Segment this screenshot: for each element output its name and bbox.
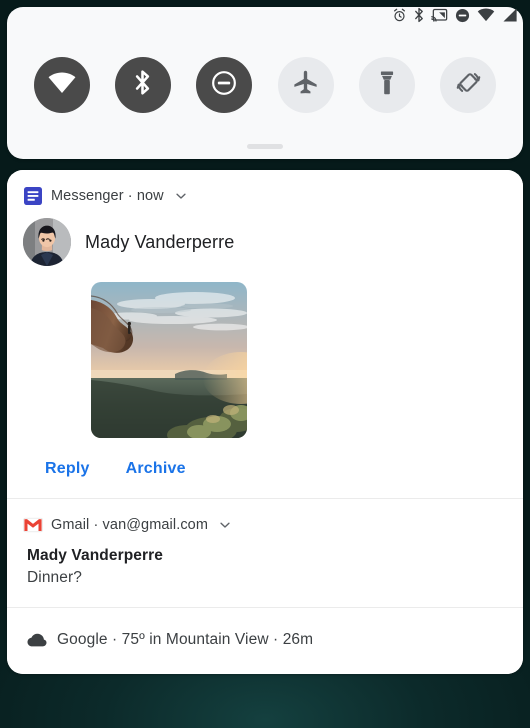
android-notification-shade: Messenger · now Mady Vanderperre Reply A… [0, 0, 530, 728]
notification-header: Google · 75º in Mountain View · 26m [7, 608, 523, 674]
notification-body: Mady Vanderperre Reply Archive [7, 206, 523, 498]
chevron-down-icon[interactable] [174, 189, 188, 203]
wifi-tile[interactable] [33, 57, 90, 113]
archive-button[interactable]: Archive [126, 460, 186, 478]
bluetooth-icon [134, 69, 151, 101]
status-bar [0, 0, 530, 30]
flashlight-tile[interactable] [358, 57, 415, 113]
notification-stack: Messenger · now Mady Vanderperre Reply A… [7, 170, 523, 674]
bluetooth-icon [414, 7, 424, 23]
notification-messenger[interactable]: Messenger · now Mady Vanderperre Reply A… [7, 170, 523, 498]
do-not-disturb-icon [455, 8, 470, 23]
auto-rotate-icon [455, 69, 482, 101]
avatar [23, 218, 71, 266]
email-sender: Mady Vanderperre [27, 547, 163, 564]
notification-header: Gmail · van@gmail.com [7, 499, 523, 535]
panel-drag-handle[interactable] [247, 144, 283, 149]
notification-app-line: Gmail · van@gmail.com [51, 517, 209, 533]
airplane-mode-tile[interactable] [277, 57, 334, 113]
quick-settings-tiles [7, 57, 523, 113]
notification-body: Mady Vanderperre Dinner? [7, 535, 523, 607]
messenger-icon [23, 186, 43, 206]
cell-signal-icon [502, 8, 518, 22]
do-not-disturb-icon [211, 70, 237, 101]
cast-icon [431, 8, 448, 22]
reply-button[interactable]: Reply [45, 460, 90, 478]
cloud-icon [27, 630, 47, 650]
airplane-icon [292, 69, 319, 101]
notification-header: Messenger · now [7, 170, 523, 206]
notification-app-line: Google · 75º in Mountain View · 26m [57, 631, 314, 648]
email-subject: Dinner? [27, 569, 82, 586]
message-image[interactable] [91, 282, 247, 438]
auto-rotate-tile[interactable] [440, 57, 497, 113]
bluetooth-tile[interactable] [114, 57, 171, 113]
flashlight-icon [375, 70, 399, 101]
chevron-down-icon[interactable] [218, 518, 232, 532]
notification-google-weather[interactable]: Google · 75º in Mountain View · 26m [7, 607, 523, 674]
message-sender-row: Mady Vanderperre [23, 218, 507, 266]
do-not-disturb-tile[interactable] [196, 57, 253, 113]
alarm-icon [392, 8, 407, 23]
notification-actions: Reply Archive [23, 438, 507, 498]
notification-app-line: Messenger · now [51, 188, 164, 204]
message-sender-name: Mady Vanderperre [85, 231, 235, 252]
wifi-icon [477, 8, 495, 22]
notification-gmail[interactable]: Gmail · van@gmail.com Mady Vanderperre D… [7, 498, 523, 607]
gmail-icon [23, 515, 43, 535]
wifi-icon [47, 71, 77, 99]
